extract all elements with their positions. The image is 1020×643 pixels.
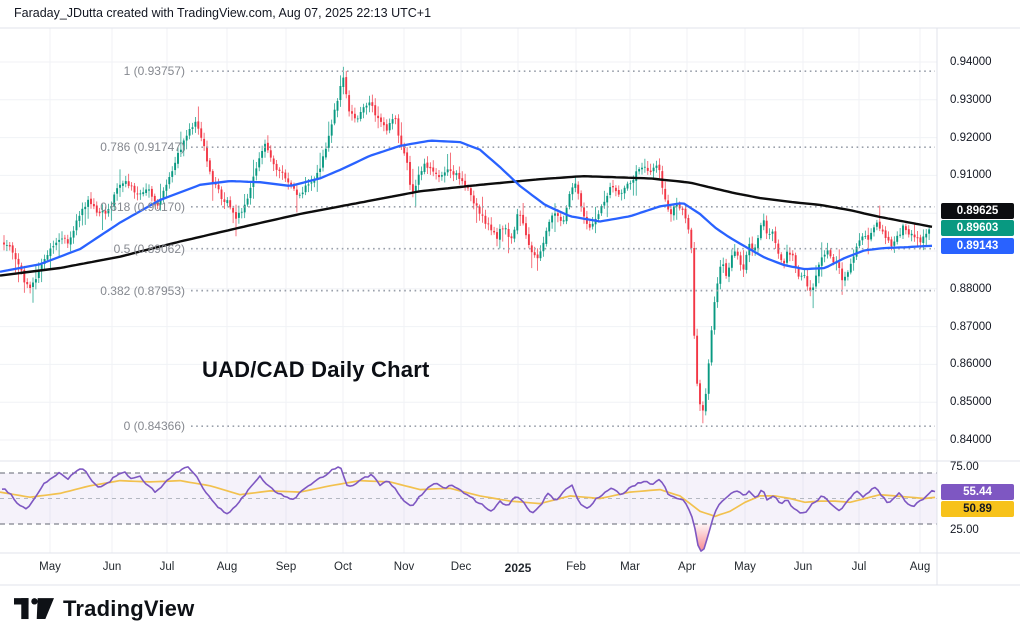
time-axis-label: Jul xyxy=(852,561,867,573)
price-axis-label: 0.94000 xyxy=(950,56,992,68)
time-axis-label: May xyxy=(39,561,61,573)
last-price-badge: 0.89603 xyxy=(941,220,1014,236)
time-axis-label: May xyxy=(734,561,756,573)
fib-level-label: 0.786 (0.91747) xyxy=(100,140,185,154)
time-axis-label: Oct xyxy=(334,561,352,573)
time-axis-label: Nov xyxy=(394,561,414,573)
price-axis-label: 0.87000 xyxy=(950,321,992,333)
price-axis-label: 0.88000 xyxy=(950,283,992,295)
fib-labels: 1 (0.93757) 0.786 (0.91747) 0.618 (0.90170… xyxy=(0,0,185,586)
time-axis-label: Feb xyxy=(566,561,586,573)
price-axis-label: 0.93000 xyxy=(950,94,992,106)
time-axis-label: Jun xyxy=(794,561,813,573)
rsi-axis-label: 75.00 xyxy=(950,461,979,473)
rsi-ma-value-badge: 50.89 xyxy=(941,501,1014,517)
price-axis-label: 0.92000 xyxy=(950,132,992,144)
tradingview-logo-text: TradingView xyxy=(63,596,194,622)
tradingview-logo-icon xyxy=(14,598,54,621)
price-axis-label: 0.84000 xyxy=(950,434,992,446)
time-axis-label: Dec xyxy=(451,561,471,573)
price-axis-label: 0.91000 xyxy=(950,169,992,181)
time-axis-label: Jun xyxy=(103,561,122,573)
fib-level-label: 0.5 (0.89062) xyxy=(114,242,185,256)
ma-fast-price-badge: 0.89143 xyxy=(941,238,1014,254)
time-axis-label: Aug xyxy=(217,561,237,573)
time-axis-label: 2025 xyxy=(505,561,532,575)
time-axis-label: Mar xyxy=(620,561,640,573)
time-axis-label: Aug xyxy=(910,561,930,573)
fib-level-label: 1 (0.93757) xyxy=(124,64,185,78)
time-axis-label: Jul xyxy=(160,561,175,573)
chart-title: UAD/CAD Daily Chart xyxy=(202,357,430,383)
rsi-axis-label: 25.00 xyxy=(950,524,979,536)
price-axis-label: 0.85000 xyxy=(950,396,992,408)
tradingview-logo[interactable]: TradingView xyxy=(14,596,194,622)
fib-level-label: 0.382 (0.87953) xyxy=(100,284,185,298)
rsi-value-badge: 55.44 xyxy=(941,484,1014,500)
time-axis-label: Apr xyxy=(678,561,696,573)
ma-slow-price-badge: 0.89625 xyxy=(941,203,1014,219)
fib-level-label: 0 (0.84366) xyxy=(124,419,185,433)
fib-level-label: 0.618 (0.90170) xyxy=(100,200,185,214)
time-axis-label: Sep xyxy=(276,561,296,573)
price-axis-label: 0.86000 xyxy=(950,358,992,370)
